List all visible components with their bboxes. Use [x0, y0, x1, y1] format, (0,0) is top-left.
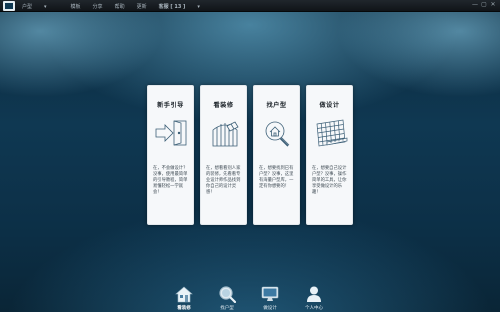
close-icon[interactable]: ✕ [490, 2, 496, 8]
nav-item-label: 户型 [22, 3, 33, 10]
dock-label: 个人中心 [305, 306, 323, 311]
floorplan-ruler-icon [316, 119, 348, 147]
card-do-design[interactable]: 做设计 在，想要自己设计户型？没事，操作简单的工具，让你享受做设计的乐趣！ [306, 85, 353, 225]
nav-item-huxing[interactable]: 户型 ▾ [22, 3, 59, 10]
chevron-down-icon: ▾ [197, 3, 200, 10]
card-title: 做设计 [319, 102, 340, 109]
house-icon [175, 286, 193, 303]
dock-item-personal-center[interactable]: 个人中心 [294, 285, 334, 312]
dock-item-find-floorplan[interactable]: 找户型 [207, 285, 247, 312]
dock-item-view-decoration[interactable]: 看装修 [164, 285, 204, 312]
nav-item-share[interactable]: 分享 [93, 3, 103, 10]
dock-label: 做设计 [263, 306, 277, 311]
dock-label: 看装修 [177, 306, 191, 311]
minimize-icon[interactable]: — [472, 2, 478, 8]
maximize-icon[interactable]: ▢ [481, 2, 487, 8]
card-description: 在，不会做设计？没事，使用最简单的引导教程，简单易懂轻松一学就会！ [153, 166, 188, 195]
card-title: 看装修 [213, 102, 234, 109]
nav-item-label: 客服 [ 13 ] [158, 3, 186, 10]
nav-item-template[interactable]: 模板 [71, 3, 81, 10]
chevron-down-icon: ▾ [44, 3, 47, 10]
app-logo-icon[interactable] [3, 1, 15, 11]
card-description: 在，想要自己设计户型？没事，操作简单的工具，让你享受做设计的乐趣！ [312, 166, 347, 195]
paint-roller-icon [212, 121, 239, 147]
card-find-floorplan[interactable]: 找户型 在，想要找到已有户型？没事，这里有海量户型库，一定有你想要的！ [253, 85, 300, 225]
nav-item-service[interactable]: 客服 [ 13 ] ▾ [159, 3, 212, 10]
dock-item-do-design[interactable]: 做设计 [250, 285, 290, 312]
card-description: 在，想看看别人家的装修，先看看专业设计师作品找到你自己的设计灵感！ [206, 166, 241, 195]
nav-item-update[interactable]: 更新 [137, 3, 147, 10]
user-icon [307, 286, 321, 302]
top-bar: 户型 ▾ 模板 分享 帮助 更新 客服 [ 13 ] ▾ — ▢ ✕ [0, 0, 500, 12]
card-view-decoration[interactable]: 看装修 在，想看看别人家的装修，先看看专业设计师作品找到你自己的设计灵感！ [200, 85, 247, 225]
top-nav: 户型 ▾ 模板 分享 帮助 更新 客服 [ 13 ] ▾ [22, 0, 224, 12]
card-description: 在，想要找到已有户型？没事，这里有海量户型库，一定有你想要的！ [259, 166, 294, 189]
search-house-icon [265, 121, 290, 147]
magnifier-icon [219, 286, 236, 303]
door-enter-icon [155, 120, 187, 146]
card-beginner-guide[interactable]: 新手引导 在，不会做设计？没事，使用最简单的引导教程，简单易懂轻松一学就会！ [147, 85, 194, 225]
dock-label: 找户型 [220, 306, 234, 311]
monitor-icon [261, 286, 279, 301]
window-controls: — ▢ ✕ [472, 2, 496, 8]
card-title: 新手引导 [157, 102, 184, 109]
nav-item-help[interactable]: 帮助 [115, 3, 125, 10]
card-title: 找户型 [266, 102, 287, 109]
